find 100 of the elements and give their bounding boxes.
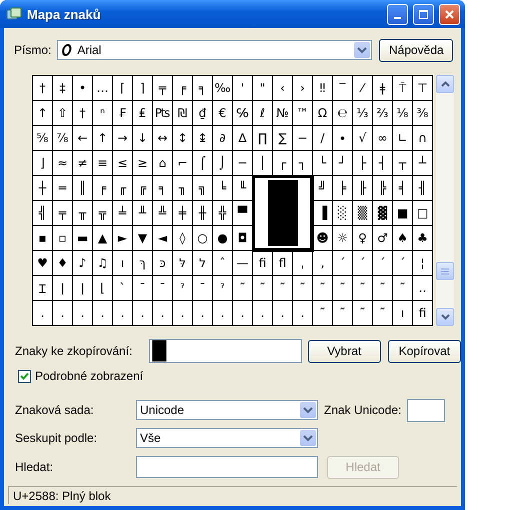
character-cell[interactable]: ╕ (193, 76, 213, 101)
character-cell[interactable]: ╡ (393, 176, 413, 201)
character-cell[interactable]: ╠ (373, 176, 393, 201)
character-cell[interactable]: ⅛ (393, 101, 413, 126)
character-cell[interactable]: ↕ (173, 126, 193, 151)
character-cell[interactable]: ├ (353, 151, 373, 176)
character-set-dropdown[interactable]: Unicode (136, 400, 318, 420)
character-cell[interactable]: ∩ (413, 126, 433, 151)
character-cell[interactable]: ≥ (133, 151, 153, 176)
character-cell[interactable]: ˊ (353, 251, 373, 276)
character-cell[interactable]: ╢ (413, 176, 433, 201)
character-cell[interactable]: ╤ (53, 201, 73, 226)
character-cell[interactable]: ─ (233, 151, 253, 176)
character-cell[interactable]: ˜ (373, 301, 393, 326)
character-cell[interactable]: ↓ (133, 126, 153, 151)
character-cell[interactable]: № (273, 101, 293, 126)
character-cell[interactable]: ≤ (113, 151, 133, 176)
character-cell[interactable]: ˜ (333, 301, 353, 326)
character-cell[interactable]: ǀ (53, 276, 73, 301)
character-cell[interactable]: ┘ (333, 151, 353, 176)
character-cell[interactable]: . (273, 301, 293, 326)
character-cell[interactable]: ╘ (213, 176, 233, 201)
character-cell[interactable]: € (213, 101, 233, 126)
character-cell[interactable]: ♪ (73, 251, 93, 276)
character-cell[interactable]: ▲ (93, 226, 113, 251)
character-cell[interactable]: ↑ (33, 101, 53, 126)
character-cell[interactable]: ⌈ (113, 76, 133, 101)
select-button[interactable]: Vybrat (308, 340, 381, 362)
group-by-dropdown[interactable]: Vše (136, 428, 318, 448)
character-cell[interactable]: ˊ (333, 251, 353, 276)
character-cell[interactable]: ♣ (413, 226, 433, 251)
character-cell[interactable]: ǀ (73, 276, 93, 301)
character-cell[interactable]: ⅞ (53, 126, 73, 151)
character-cell[interactable]: ▬ (73, 226, 93, 251)
character-cell[interactable]: ı (393, 301, 413, 326)
character-cell[interactable]: ╩ (153, 201, 173, 226)
character-cell[interactable]: ∞ (373, 126, 393, 151)
character-cell[interactable]: ▪ (33, 226, 53, 251)
character-cell[interactable]: ˊ (393, 251, 413, 276)
character-cell[interactable]: ▒ (353, 201, 373, 226)
character-cell[interactable]: ℓ (253, 101, 273, 126)
character-cell[interactable]: — (233, 251, 253, 276)
character-cell[interactable]: ˜ (293, 276, 313, 301)
character-cell[interactable]: ┴ (413, 151, 433, 176)
character-cell[interactable]: ░ (333, 201, 353, 226)
character-cell[interactable]: ‚ (313, 251, 333, 276)
character-cell[interactable]: ‥ (413, 276, 433, 301)
character-cell[interactable]: ╤ (153, 76, 173, 101)
character-cell[interactable]: ≈ (53, 151, 73, 176)
character-cell[interactable]: ל (193, 251, 213, 276)
character-cell[interactable]: ﬁ (413, 301, 433, 326)
font-dropdown[interactable]: Arial (57, 40, 372, 60)
copy-button[interactable]: Kopírovat (388, 340, 461, 362)
character-cell[interactable]: ≡ (93, 151, 113, 176)
character-cell[interactable]: ¦ (413, 251, 433, 276)
character-cell[interactable]: ⅜ (413, 101, 433, 126)
character-cell[interactable]: ║ (73, 176, 93, 201)
character-cell[interactable]: ⌐ (173, 151, 193, 176)
character-cell[interactable]: . (213, 301, 233, 326)
character-cell[interactable]: ♫ (93, 251, 113, 276)
character-cell[interactable]: ˜ (353, 276, 373, 301)
character-cell[interactable]: . (173, 301, 193, 326)
character-cell[interactable]: ₤ (133, 101, 153, 126)
character-cell[interactable]: ˜ (253, 276, 273, 301)
character-cell[interactable]: ≠ (73, 151, 93, 176)
character-cell[interactable]: ⍑ (393, 76, 413, 101)
character-cell[interactable]: ˜ (313, 301, 333, 326)
character-cell[interactable]: ╨ (133, 201, 153, 226)
character-cell[interactable]: . (233, 301, 253, 326)
character-cell[interactable]: ⌠ (193, 151, 213, 176)
character-cell[interactable]: ˜ (233, 276, 253, 301)
character-cell[interactable]: ∏ (253, 126, 273, 151)
character-cell[interactable]: ╧ (113, 201, 133, 226)
character-cell[interactable]: ♀ (353, 226, 373, 251)
character-cell[interactable]: ► (113, 226, 133, 251)
character-cell[interactable]: ₪ (173, 101, 193, 126)
character-cell[interactable]: ˀ (213, 276, 233, 301)
character-cell[interactable]: ∆ (233, 126, 253, 151)
character-cell[interactable]: ⅔ (373, 101, 393, 126)
character-cell[interactable]: ˆ (213, 251, 233, 276)
character-cell[interactable]: ↨ (193, 126, 213, 151)
character-cell[interactable]: ‰ (213, 76, 233, 101)
character-cell[interactable]: ╖ (173, 176, 193, 201)
character-cell[interactable]: ╥ (73, 201, 93, 226)
character-cell[interactable]: ˋ (113, 276, 133, 301)
character-cell[interactable]: . (93, 301, 113, 326)
character-cell[interactable]: ⁄ (353, 76, 373, 101)
character-cell[interactable]: ∟ (393, 126, 413, 151)
character-cell[interactable]: " (253, 76, 273, 101)
character-cell[interactable]: ⌡ (213, 151, 233, 176)
character-cell[interactable]: ‾ (333, 76, 353, 101)
character-cell[interactable]: כּ (153, 251, 173, 276)
character-cell[interactable]: ו (113, 251, 133, 276)
character-cell[interactable]: • (73, 76, 93, 101)
character-cell[interactable]: › (293, 76, 313, 101)
character-cell[interactable]: ǂ (373, 76, 393, 101)
character-cell[interactable]: ⁿ (93, 101, 113, 126)
character-cell[interactable]: ‼ (313, 76, 333, 101)
character-cell[interactable]: ♂ (373, 226, 393, 251)
character-cell[interactable]: ˜ (273, 276, 293, 301)
